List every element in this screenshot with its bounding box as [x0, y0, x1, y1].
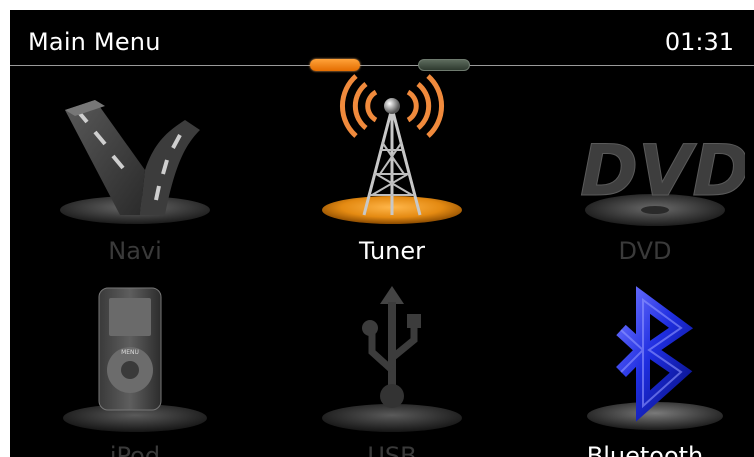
dvd-icon: DVD DVD: [580, 130, 745, 226]
main-menu-screen: Main Menu 01:31 Navi Tuner DVD DVD DVD M…: [10, 10, 754, 457]
page-title: Main Menu: [28, 28, 161, 56]
usb-icon: [322, 286, 462, 432]
menu-item-ipod[interactable]: MENU iPod: [35, 278, 235, 457]
menu-item-usb[interactable]: USB: [292, 278, 492, 457]
menu-item-bluetooth[interactable]: Bluetooth: [545, 278, 745, 457]
menu-label-usb: USB: [367, 442, 417, 457]
radio-tower-icon: [322, 74, 462, 224]
ipod-icon: MENU: [63, 287, 207, 432]
menu-label-bluetooth: Bluetooth: [586, 442, 704, 457]
bluetooth-icon: [587, 286, 723, 430]
menu-item-navi[interactable]: Navi: [35, 70, 235, 270]
menu-label-tuner: Tuner: [358, 237, 426, 265]
menu-item-dvd[interactable]: DVD DVD DVD: [545, 70, 746, 270]
menu-item-tuner[interactable]: Tuner: [292, 70, 492, 270]
road-icon: [60, 100, 210, 224]
svg-text:MENU: MENU: [121, 349, 139, 356]
menu-label-ipod: iPod: [109, 442, 161, 457]
clock: 01:31: [664, 28, 734, 56]
header-divider: [10, 65, 754, 66]
menu-label-navi: Navi: [108, 237, 162, 265]
svg-text:DVD: DVD: [580, 130, 745, 212]
menu-label-dvd: DVD: [618, 237, 672, 265]
header-bar: Main Menu 01:31: [10, 10, 754, 71]
